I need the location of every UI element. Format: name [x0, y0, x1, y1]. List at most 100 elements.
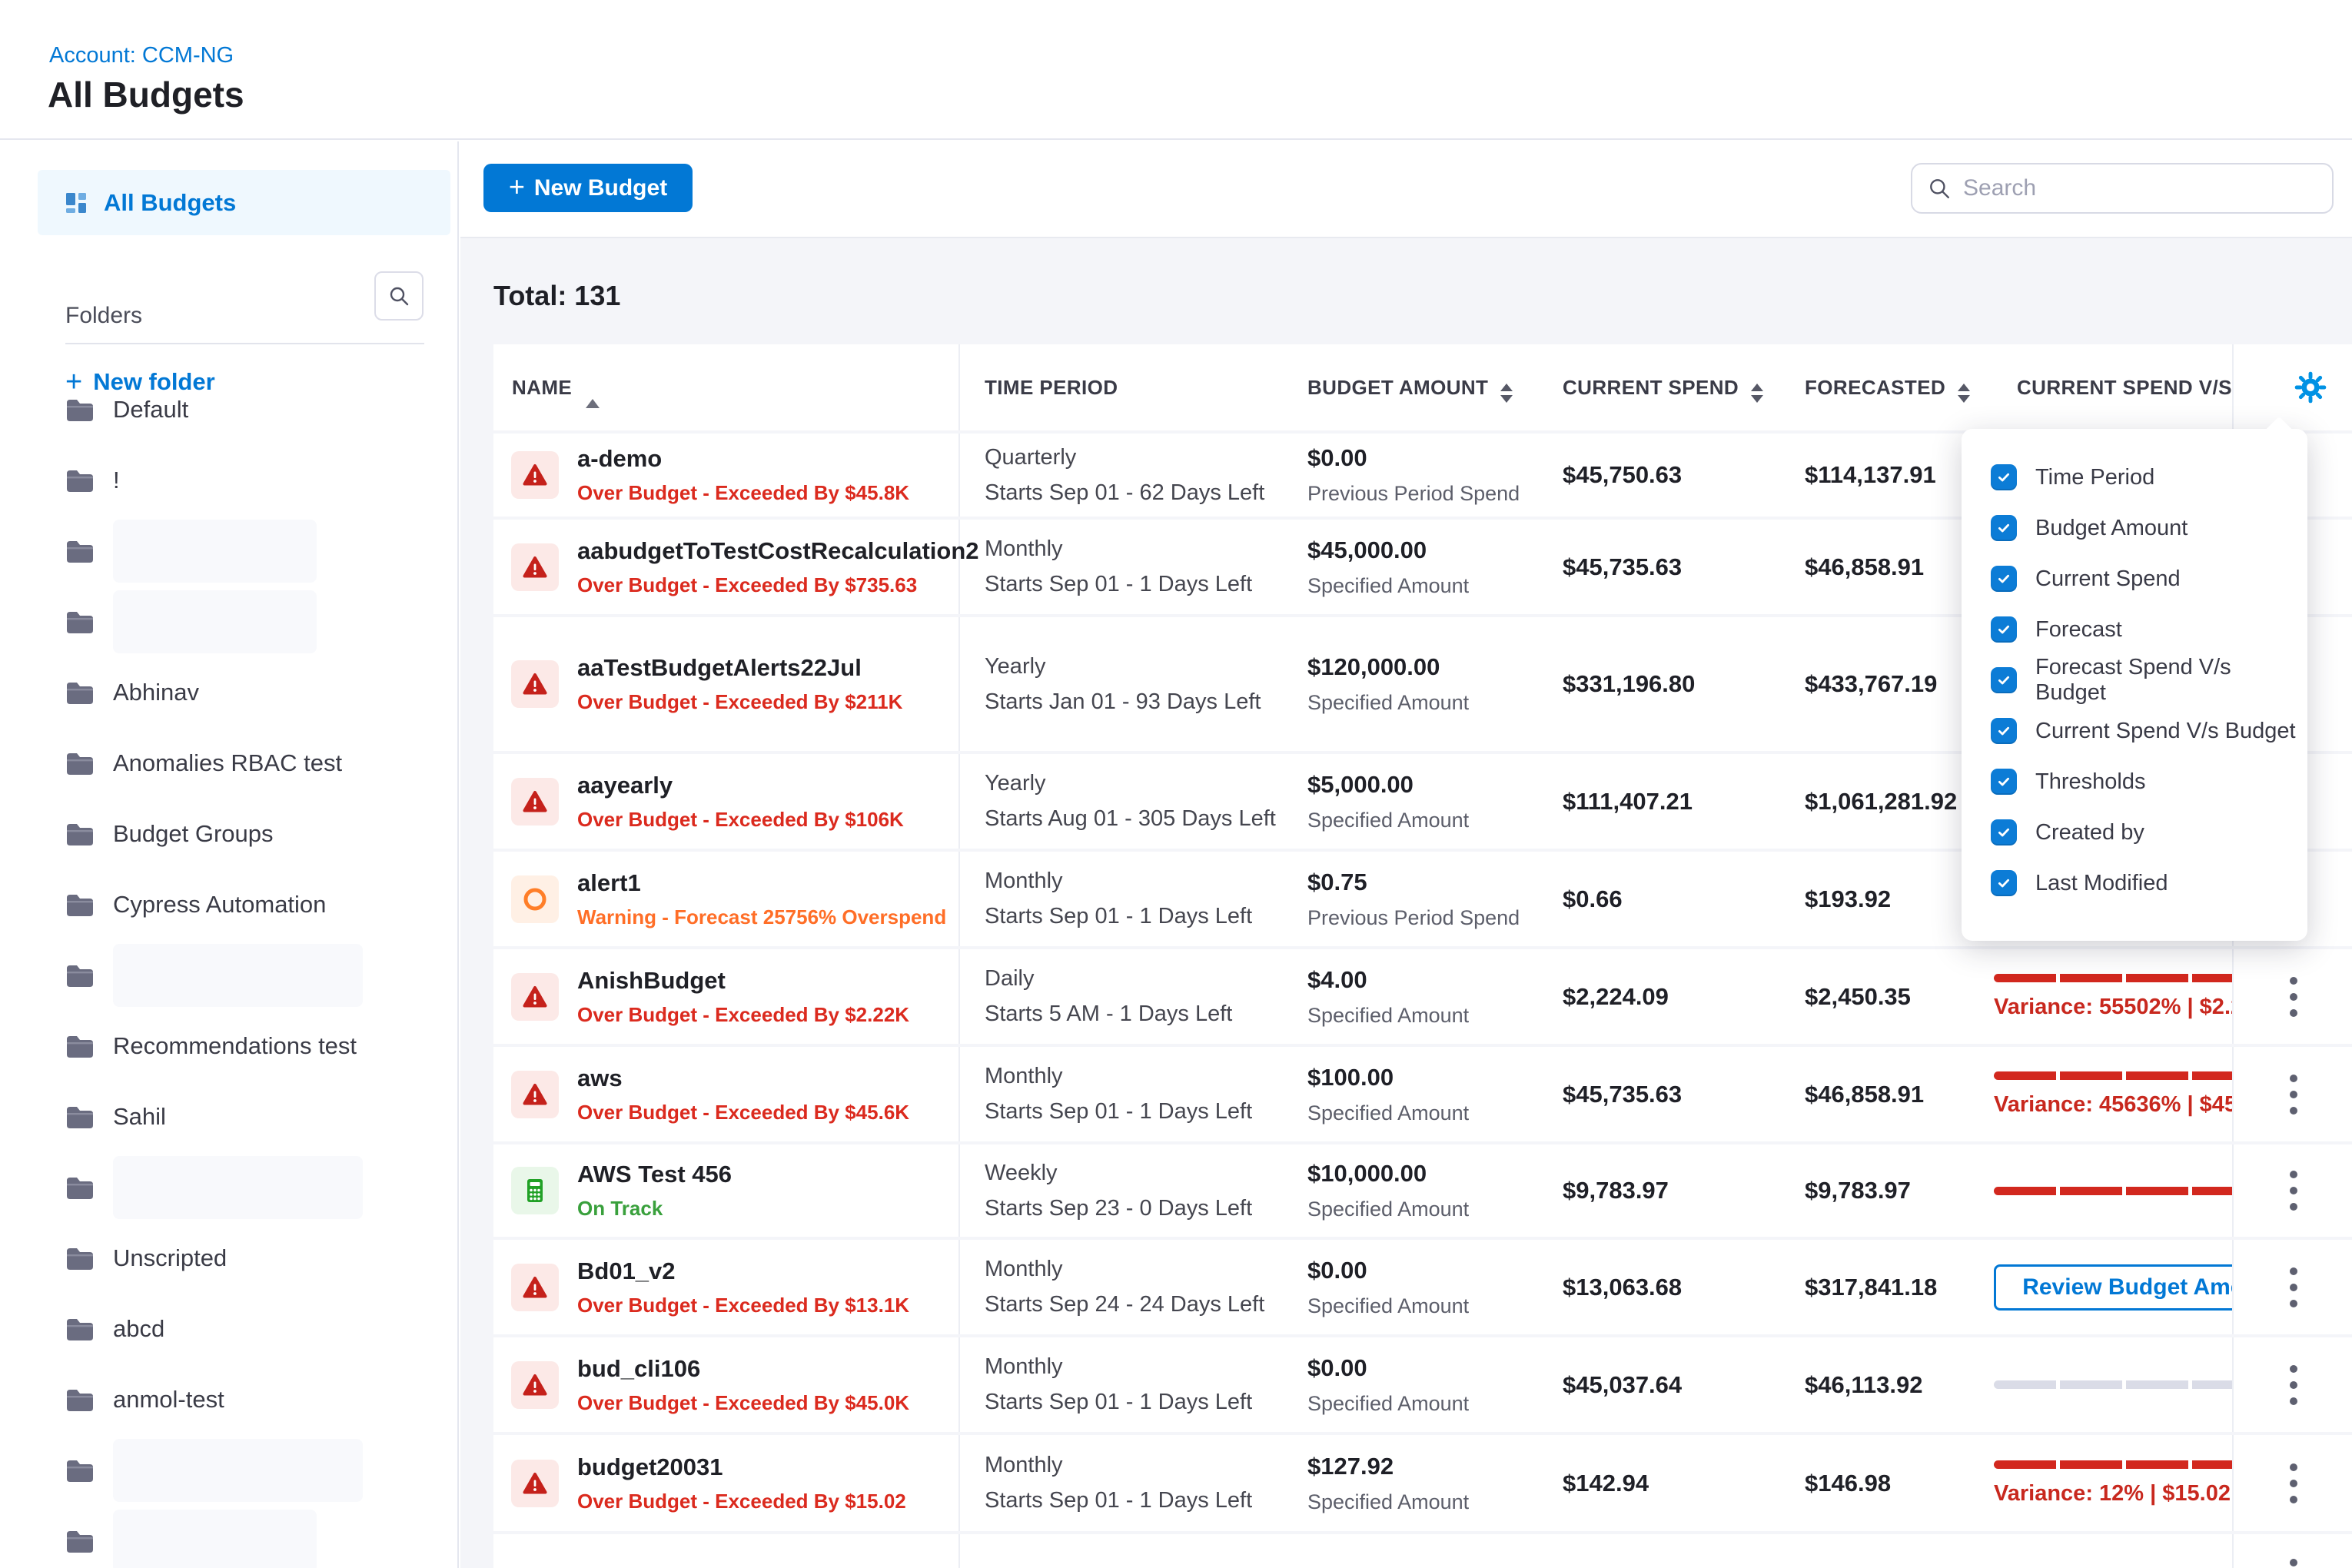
folder-icon — [65, 1105, 93, 1128]
table-row[interactable]: AWS Test 456 On Track Weekly Starts Sep … — [493, 1144, 2352, 1237]
budget-amount-cell: $0.00 Previous Period Spend — [1304, 434, 1563, 517]
folder-item[interactable]: Cypress Automation — [0, 869, 457, 940]
column-header[interactable]: FORECASTED — [1805, 344, 1994, 430]
budget-amount: $0.75 — [1307, 869, 1563, 896]
sidebar-item-all-budgets[interactable]: All Budgets — [38, 170, 450, 235]
search-box[interactable] — [1911, 163, 2334, 214]
checkbox-checked-icon[interactable] — [1991, 819, 2017, 845]
column-header[interactable]: NAME — [493, 344, 960, 430]
spend-vs-budget-cell: Variance: 55502% | $2.22K over — [1994, 949, 2232, 1044]
variance-label: Variance: 12% | $15.02 over — [1994, 1481, 2232, 1507]
folder-item[interactable]: anmol-test — [0, 1364, 457, 1435]
review-budget-amount-button[interactable]: Review Budget Amount — [1994, 1264, 2232, 1311]
checkbox-checked-icon[interactable] — [1991, 769, 2017, 795]
forecasted-amount: $317,841.18 — [1805, 1274, 1937, 1301]
budget-name: budget20031 — [577, 1453, 906, 1481]
column-header[interactable]: BUDGET AMOUNT — [1304, 344, 1563, 430]
folder-item[interactable]: abcd — [0, 1294, 457, 1364]
variance-label: Variance: 55502% | $2.22K over — [1994, 995, 2232, 1020]
column-toggle-item[interactable]: Time Period — [1962, 452, 2307, 503]
sidebar-item-label: All Budgets — [104, 189, 236, 217]
checkbox-checked-icon[interactable] — [1991, 464, 2017, 490]
column-settings-button[interactable] — [2232, 344, 2352, 430]
checkbox-checked-icon[interactable] — [1991, 616, 2017, 643]
row-menu-button[interactable] — [2232, 1240, 2352, 1334]
folder-item[interactable]: Default — [0, 374, 457, 445]
account-breadcrumb[interactable]: Account: CCM-NG — [49, 43, 234, 68]
column-toggle-item[interactable]: Last Modified — [1962, 858, 2307, 909]
folder-item[interactable]: Anomalies RBAC test — [0, 728, 457, 799]
sort-icon — [1958, 384, 1970, 403]
checkbox-checked-icon[interactable] — [1991, 515, 2017, 541]
folder-item[interactable]: Recommendations test — [0, 1011, 457, 1081]
period-detail: Starts Sep 01 - 1 Days Left — [985, 572, 1304, 597]
folder-name: Anomalies RBAC test — [113, 749, 342, 777]
column-toggle-item[interactable]: Budget Amount — [1962, 503, 2307, 553]
budgets-page: Account: CCM-NG All Budgets All Budgets … — [0, 0, 2352, 1568]
column-toggle-item[interactable]: Created by — [1962, 807, 2307, 858]
budget-name-cell: aaTestBudgetAlerts22Jul Over Budget - Ex… — [493, 617, 960, 751]
checkbox-checked-icon[interactable] — [1991, 566, 2017, 592]
table-row[interactable]: AnishBudget Over Budget - Exceeded By $2… — [493, 949, 2352, 1044]
search-input[interactable] — [1962, 174, 2287, 202]
folder-item[interactable]: Abhinav — [0, 657, 457, 728]
budget-status: On Track — [577, 1197, 732, 1221]
current-spend: $9,783.97 — [1563, 1177, 1669, 1204]
budget-amount-cell: $127.92 Specified Amount — [1304, 1435, 1563, 1531]
period-detail: Starts Sep 01 - 1 Days Left — [985, 1390, 1304, 1415]
loading-placeholder — [113, 520, 317, 583]
row-menu-button[interactable] — [2232, 949, 2352, 1044]
spend-vs-budget-cell: Review Budget Amount — [1994, 1240, 2232, 1334]
folder-icon — [65, 1530, 93, 1553]
spend-vs-budget-cell — [1994, 1534, 2232, 1568]
table-row-partial[interactable] — [493, 1534, 2352, 1568]
folder-item[interactable]: ! — [0, 445, 457, 516]
time-period-cell: Monthly Starts Sep 01 - 1 Days Left — [960, 852, 1304, 946]
folder-item[interactable]: Budget Groups — [0, 799, 457, 869]
budget-status: Over Budget - Exceeded By $45.0K — [577, 1391, 909, 1415]
current-spend: $331,196.80 — [1563, 670, 1695, 698]
new-budget-button[interactable]: + New Budget — [483, 164, 693, 212]
alert-triangle-icon — [522, 1470, 548, 1497]
period-detail: Starts Sep 01 - 1 Days Left — [985, 1099, 1304, 1125]
current-spend-cell: $2,224.09 — [1563, 949, 1805, 1044]
budget-amount: $120,000.00 — [1307, 653, 1563, 681]
time-period-cell: Monthly Starts Sep 01 - 1 Days Left — [960, 520, 1304, 614]
column-toggle-item[interactable]: Forecast Spend V/s Budget — [1962, 655, 2307, 706]
forecasted-amount: $2,450.35 — [1805, 983, 1911, 1011]
checkbox-checked-icon[interactable] — [1991, 718, 2017, 744]
folder-item[interactable]: Unscripted — [0, 1223, 457, 1294]
column-header[interactable]: CURRENT SPEND — [1563, 344, 1805, 430]
folder-name: Cypress Automation — [113, 891, 326, 919]
kebab-menu-icon — [2290, 1554, 2297, 1568]
row-menu-button[interactable] — [2232, 1337, 2352, 1432]
row-menu-button[interactable] — [2232, 1534, 2352, 1568]
budget-status: Over Budget - Exceeded By $2.22K — [577, 1003, 909, 1027]
folder-name: ! — [113, 467, 120, 494]
row-menu-button[interactable] — [2232, 1047, 2352, 1141]
column-toggle-item[interactable]: Current Spend V/s Budget — [1962, 706, 2307, 756]
column-toggle-item[interactable]: Current Spend — [1962, 553, 2307, 604]
column-toggle-item[interactable]: Thresholds — [1962, 756, 2307, 807]
table-row[interactable]: bud_cli106 Over Budget - Exceeded By $45… — [493, 1337, 2352, 1432]
table-row[interactable]: budget20031 Over Budget - Exceeded By $1… — [493, 1435, 2352, 1531]
column-toggle-label: Forecast Spend V/s Budget — [2035, 655, 2307, 706]
budget-name-cell: aayearly Over Budget - Exceeded By $106K — [493, 754, 960, 849]
column-header[interactable]: TIME PERIOD — [960, 344, 1304, 430]
folder-search-button[interactable] — [374, 271, 424, 321]
checkbox-checked-icon[interactable] — [1991, 870, 2017, 896]
column-header[interactable]: CURRENT SPEND V/S BUDGET — [1994, 344, 2232, 430]
folder-icon — [65, 681, 93, 704]
table-row[interactable]: Bd01_v2 Over Budget - Exceeded By $13.1K… — [493, 1240, 2352, 1334]
period-type: Monthly — [985, 1453, 1304, 1478]
column-toggle-item[interactable]: Forecast — [1962, 604, 2307, 655]
checkbox-checked-icon[interactable] — [1991, 667, 2017, 693]
row-menu-button[interactable] — [2232, 1435, 2352, 1531]
row-menu-button[interactable] — [2232, 1144, 2352, 1237]
column-header-label: NAME — [512, 376, 572, 400]
budget-name-cell: AWS Test 456 On Track — [493, 1144, 960, 1237]
table-row[interactable]: aws Over Budget - Exceeded By $45.6K Mon… — [493, 1047, 2352, 1141]
alert-triangle-icon — [522, 1274, 548, 1301]
budget-amount: $5,000.00 — [1307, 771, 1563, 799]
folder-item[interactable]: Sahil — [0, 1081, 457, 1152]
